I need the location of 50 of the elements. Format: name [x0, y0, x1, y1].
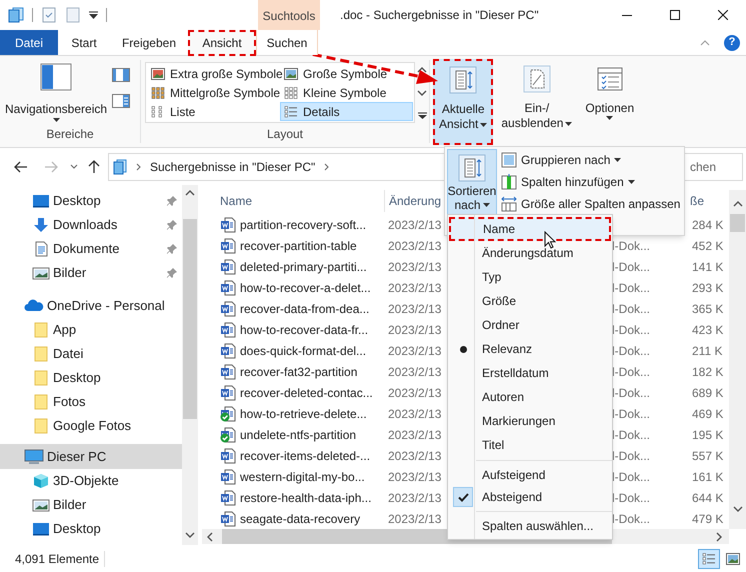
- date-cell-text: 2023/2/13: [388, 280, 442, 296]
- size-cell-text: 182 K: [692, 364, 724, 380]
- type-cell-text: l-Dok...: [612, 426, 652, 444]
- size-cell-text: 211 K: [692, 342, 724, 360]
- type-cell-text: l-Dok...: [612, 238, 652, 254]
- date-cell-text: 2023/2/13: [388, 342, 442, 360]
- type-cell-text: l-Dok...: [612, 468, 652, 486]
- type-cell-text: l-Dok...: [612, 300, 652, 318]
- date-cell-text: 2023/2/13: [388, 300, 442, 318]
- date-cell-text: 2023/2/13: [388, 406, 442, 422]
- type-cell-text: l-Dok...: [612, 490, 652, 506]
- size-cell-text: 479 K: [692, 510, 724, 528]
- address-path: Suchergebnisse in "Dieser PC": [150, 158, 316, 176]
- size-cell-text: 452 K: [692, 238, 724, 254]
- size-cell-text: 423 K: [692, 322, 724, 338]
- size-cell-text: 557 K: [692, 448, 724, 464]
- size-cell-text: 365 K: [692, 300, 724, 318]
- size-cell-text: 195 K: [692, 426, 724, 444]
- size-cell-text: 284 K: [692, 216, 724, 234]
- group-label: Layout: [266, 126, 304, 143]
- date-cell-text: 2023/2/13: [388, 510, 442, 528]
- group-label: Bereiche: [45, 126, 95, 143]
- date-cell-text: 2023/2/13: [388, 426, 442, 444]
- date-cell-text: 2023/2/13: [388, 322, 442, 338]
- type-cell-text: l-Dok...: [612, 342, 652, 360]
- type-cell-text: l-Dok...: [612, 258, 652, 276]
- type-cell-text: l-Dok...: [612, 448, 652, 464]
- size-cell-text: 293 K: [692, 280, 724, 296]
- date-cell-text: 2023/2/13: [388, 384, 442, 402]
- date-cell-text: 2023/2/13: [388, 490, 442, 506]
- window-title: .doc - Suchergebnisse in "Dieser PC": [340, 7, 539, 24]
- item-count: 4,091 Elemente: [14, 550, 100, 568]
- type-cell-text: l-Dok...: [612, 510, 652, 528]
- type-cell-text: l-Dok...: [612, 406, 652, 422]
- date-cell-text: 2023/2/13: [388, 468, 442, 486]
- date-cell-text: 2023/2/13: [388, 216, 442, 234]
- size-cell-text: 689 K: [692, 384, 724, 402]
- size-cell-text: 141 K: [692, 258, 724, 276]
- date-cell-text: 2023/2/13: [388, 364, 442, 380]
- size-cell-text: 161 K: [692, 468, 724, 486]
- date-cell-text: 2023/2/13: [388, 448, 442, 464]
- size-cell-text: 644 K: [692, 490, 724, 506]
- type-cell-text: l-Dok...: [612, 384, 652, 402]
- date-cell-text: 2023/2/13: [388, 258, 442, 276]
- type-cell-text: l-Dok...: [612, 280, 652, 296]
- type-cell-text: l-Dok...: [612, 322, 652, 338]
- size-cell-text: 469 K: [692, 406, 724, 422]
- type-cell-text: l-Dok...: [612, 364, 652, 380]
- context-tab-label: Suchtools: [258, 0, 320, 30]
- date-cell-text: 2023/2/13: [388, 238, 442, 254]
